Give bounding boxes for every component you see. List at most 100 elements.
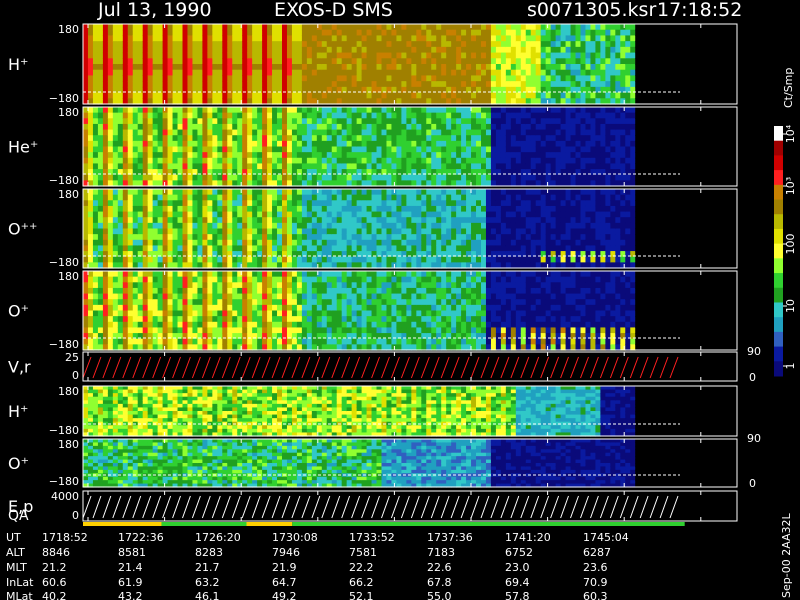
ephemeris-cell: 40.2 xyxy=(42,590,67,600)
panel-y-min-label: −180 xyxy=(49,338,79,351)
ephemeris-cell: 46.1 xyxy=(195,590,220,600)
ephemeris-row-label: UT xyxy=(6,531,21,544)
sms-spectrogram-figure: Jul 13, 1990 EXOS-D SMS s0071305.ksr 17:… xyxy=(6,0,797,600)
ephemeris-cell: 52.1 xyxy=(349,590,374,600)
panel-species-label: H⁺ xyxy=(8,55,28,74)
ephemeris-cell: 70.9 xyxy=(583,576,608,589)
ephemeris-cell: 21.2 xyxy=(42,561,67,574)
colorbar-swatch xyxy=(774,126,783,142)
panel-y-min-label: −180 xyxy=(49,256,79,269)
panel-y-min-label: −180 xyxy=(49,92,79,105)
ephemeris-cell: 43.2 xyxy=(118,590,143,600)
panel-4: V,r 25 0 90 0 xyxy=(8,345,761,384)
panel-species-label: O⁺ xyxy=(8,454,29,473)
ephemeris-cell: 1730:08 xyxy=(272,531,318,544)
spectrogram-cells xyxy=(83,107,681,187)
colorbar-swatch xyxy=(774,155,783,171)
panel-sub-label: QA xyxy=(8,508,29,524)
ephemeris-row-label: ALT xyxy=(6,546,25,559)
ephemeris-cell: 61.9 xyxy=(118,576,143,589)
ephemeris-cell: 55.0 xyxy=(427,590,452,600)
ephemeris-cell: 1741:20 xyxy=(505,531,551,544)
panels-area: H⁺180−180He⁺180−180O⁺⁺180−180O⁺180−180V,… xyxy=(8,23,761,526)
panel-frame xyxy=(82,490,738,522)
header-time: 17:18:52 xyxy=(657,0,742,21)
ephemeris-cell: 1733:52 xyxy=(349,531,395,544)
colorbar-swatch xyxy=(774,287,783,303)
panel-y-min-label: −180 xyxy=(49,475,79,488)
header-instrument: EXOS-D SMS xyxy=(274,0,393,21)
panel-y-max-label: 180 xyxy=(58,23,79,36)
ephemeris-cell: 66.2 xyxy=(349,576,374,589)
ephemeris-table: UT ALT MLT InLatMLat 1718:52 8846 21.2 60.640.2… xyxy=(6,531,629,600)
panel-3: O⁺ 180 −180 xyxy=(8,270,738,351)
spectrogram-cells xyxy=(83,189,681,269)
ephemeris-cell: 7581 xyxy=(349,546,377,559)
ephemeris-cell: 57.8 xyxy=(505,590,530,600)
header-file: s0071305.ksr xyxy=(527,0,656,21)
ephemeris-cell: 1718:52 xyxy=(42,531,88,544)
colorbar-swatch xyxy=(774,273,783,289)
panel-2: O⁺⁺ 180 −180 xyxy=(8,188,738,269)
panel-right-top-label: 90 xyxy=(747,432,761,445)
colorbar-swatch xyxy=(774,302,783,318)
ephemeris-cell: 1726:20 xyxy=(195,531,241,544)
colorbar: Ct/Smp 10⁴10³100101 xyxy=(774,68,797,377)
spectrogram-cells xyxy=(83,24,681,105)
panel-y-max-label: 25 xyxy=(65,351,79,364)
ephemeris-cell: 67.8 xyxy=(427,576,452,589)
header-date: Jul 13, 1990 xyxy=(97,0,212,21)
qa-segment xyxy=(292,522,685,526)
panel-0: H⁺ 180 −180 xyxy=(8,23,738,105)
ephemeris-cell: 69.4 xyxy=(505,576,530,589)
colorbar-swatch xyxy=(774,170,783,186)
ephemeris-row-label: InLat xyxy=(6,576,34,589)
ephemeris-cell: 60.6 xyxy=(42,576,67,589)
ephemeris-cell: 23.0 xyxy=(505,561,530,574)
panel-6: O⁺ 180 −180 90 0 xyxy=(8,432,761,490)
panel-y-max-label: 180 xyxy=(58,106,79,119)
ephemeris-cell: 60.3 xyxy=(583,590,608,600)
colorbar-swatch xyxy=(774,199,783,215)
ephemeris-cell: 21.9 xyxy=(272,561,297,574)
ephemeris-cell: 22.2 xyxy=(349,561,374,574)
ephemeris-cell: 23.6 xyxy=(583,561,608,574)
panel-y-min-label: 0 xyxy=(72,369,79,382)
ephemeris-cell: 63.2 xyxy=(195,576,220,589)
panel-1: He⁺ 180 −180 xyxy=(8,106,738,187)
colorbar-swatch xyxy=(774,228,783,245)
ephemeris-cell: 21.7 xyxy=(195,561,220,574)
ephemeris-cell: 8283 xyxy=(195,546,223,559)
footer-stamp: Sep-00 2AA32L xyxy=(780,512,793,598)
colorbar-swatch xyxy=(774,331,783,348)
colorbar-swatch xyxy=(774,317,783,333)
ephemeris-cell: 7183 xyxy=(427,546,455,559)
panel-y-max-label: 180 xyxy=(58,270,79,283)
panel-species-label: O⁺⁺ xyxy=(8,220,37,239)
panel-y-max-label: 180 xyxy=(58,385,79,398)
spectrogram-cells xyxy=(83,439,681,488)
qa-segment xyxy=(83,522,162,526)
panel-y-min-label: −180 xyxy=(49,174,79,187)
colorbar-swatch xyxy=(774,214,783,230)
ephemeris-cell: 1745:04 xyxy=(583,531,629,544)
panel-right-top-label: 90 xyxy=(747,345,761,358)
panel-y-max-label: 4000 xyxy=(51,490,79,503)
ephemeris-cell: 7946 xyxy=(272,546,300,559)
panel-y-max-label: 180 xyxy=(58,438,79,451)
colorbar-unit-label: Ct/Smp xyxy=(782,68,795,108)
spectrogram-cells xyxy=(83,386,681,437)
colorbar-swatch xyxy=(774,140,783,156)
panel-right-bottom-label: 0 xyxy=(749,477,756,490)
ephemeris-cell: 49.2 xyxy=(272,590,297,600)
qa-segment xyxy=(246,522,293,526)
panel-species-label: He⁺ xyxy=(8,138,38,157)
ephemeris-cell: 8581 xyxy=(118,546,146,559)
spectrogram-cells xyxy=(83,271,681,351)
panel-species-label: H⁺ xyxy=(8,402,28,421)
colorbar-swatch xyxy=(774,243,783,259)
ephemeris-cell: 6287 xyxy=(583,546,611,559)
ephemeris-cell: 6752 xyxy=(505,546,533,559)
panel-7: E,p40000QA xyxy=(8,490,738,524)
ephemeris-row-label: MLT xyxy=(6,561,27,574)
